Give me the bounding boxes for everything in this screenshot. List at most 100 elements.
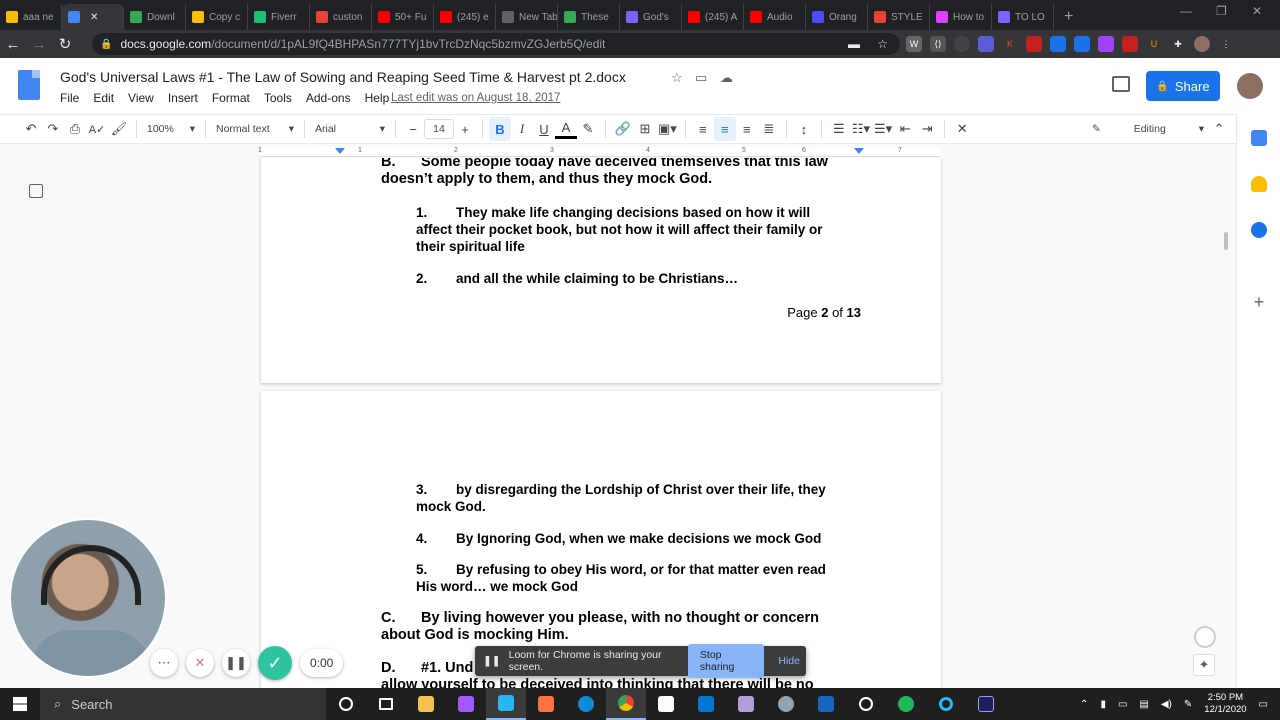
insert-image-icon[interactable]: ▣▾	[656, 117, 679, 141]
extension-red-icon[interactable]	[1122, 36, 1138, 52]
stop-sharing-button[interactable]: Stop sharing	[687, 644, 765, 678]
steam-icon[interactable]	[766, 688, 806, 720]
italic-icon[interactable]: I	[511, 117, 533, 141]
loom-finish-icon[interactable]: ✓	[258, 646, 292, 680]
task-view-icon[interactable]	[366, 688, 406, 720]
calendar-icon[interactable]	[1251, 130, 1267, 146]
list-item-3[interactable]: 3. by disregarding the Lordship of Christ…	[416, 481, 826, 515]
cloud-saved-icon[interactable]: ☁	[720, 70, 733, 86]
docs-logo-icon[interactable]	[18, 70, 40, 100]
back-icon[interactable]: ←	[0, 36, 26, 53]
underline-icon[interactable]: U	[533, 117, 555, 141]
new-tab-button[interactable]: +	[1054, 4, 1083, 30]
loom-pause-icon[interactable]: ❚❚	[222, 649, 250, 677]
extension-desc-icon[interactable]	[1026, 36, 1042, 52]
chrome-icon[interactable]	[606, 688, 646, 720]
list-item-4[interactable]: 4. By Ignoring God, when we make decision…	[416, 530, 821, 547]
browser-tab[interactable]: God's	[620, 4, 682, 30]
extension-w-icon[interactable]: W	[906, 36, 922, 52]
decrease-indent-icon[interactable]: ⇤	[894, 117, 916, 141]
tray-chevron-icon[interactable]: ⌃	[1080, 699, 1088, 710]
numbered-list-icon[interactable]: ☷▾	[850, 117, 872, 141]
browser-tab[interactable]: How to	[930, 4, 992, 30]
editing-mode-select[interactable]: ✎ Editing ▾	[1088, 123, 1208, 135]
app-circle-icon[interactable]	[846, 688, 886, 720]
last-edit-link[interactable]: Last edit was on August 18, 2017	[391, 92, 560, 104]
pen-icon[interactable]: ✎	[1184, 699, 1192, 710]
document-title[interactable]: God's Universal Laws #1 - The Law of Sow…	[60, 69, 626, 85]
extension-circle-icon[interactable]	[954, 36, 970, 52]
explore-icon[interactable]: ✦	[1193, 654, 1215, 676]
highlight-color-icon[interactable]: ✎	[577, 117, 599, 141]
tab-close-icon[interactable]: ✕	[90, 12, 98, 23]
right-indent-marker[interactable]	[854, 148, 864, 154]
reload-icon[interactable]: ↻	[52, 35, 78, 53]
extension-color-icon[interactable]	[1098, 36, 1114, 52]
outline-item-b[interactable]: B. Some people today have deceived themse…	[381, 158, 828, 188]
extension-u-icon[interactable]: U	[1146, 36, 1162, 52]
line-spacing-icon[interactable]: ↕	[793, 117, 815, 141]
bulleted-list-icon[interactable]: ☰▾	[872, 117, 894, 141]
menu-help[interactable]: Help	[365, 91, 390, 105]
increase-font-size-icon[interactable]: +	[454, 117, 476, 141]
browser-tab[interactable]: ✕	[62, 4, 124, 30]
grammarly-icon[interactable]	[1194, 626, 1216, 648]
address-bar[interactable]: 🔒 docs.google.com/document/d/1pAL9fQ4BHP…	[92, 33, 900, 55]
notifications-icon[interactable]: ▭	[1259, 699, 1268, 710]
undo-icon[interactable]: ↶	[20, 117, 42, 141]
browser-tab[interactable]: Orang	[806, 4, 868, 30]
decrease-font-size-icon[interactable]: −	[402, 117, 424, 141]
spellcheck-icon[interactable]: A✓	[86, 117, 108, 141]
browser-tab[interactable]: STYLE	[868, 4, 930, 30]
forward-icon[interactable]: →	[26, 36, 52, 53]
taskbar-clock[interactable]: 2:50 PM 12/1/2020	[1204, 692, 1246, 716]
document-outline-icon[interactable]	[29, 184, 43, 198]
browser-tab[interactable]: (245) A	[682, 4, 744, 30]
file-explorer-icon[interactable]	[406, 688, 446, 720]
keep-icon[interactable]	[1251, 176, 1267, 192]
maximize-icon[interactable]: ❐	[1216, 4, 1227, 18]
collapse-menus-icon[interactable]: ⌃	[1208, 117, 1230, 141]
menu-view[interactable]: View	[128, 91, 154, 105]
menu-format[interactable]: Format	[212, 91, 250, 105]
cortana-icon[interactable]	[326, 688, 366, 720]
browser-tab[interactable]: Audio	[744, 4, 806, 30]
justify-icon[interactable]: ≣	[758, 117, 780, 141]
taskbar-search[interactable]: ⌕ Search	[40, 688, 326, 720]
bookmark-star-icon[interactable]: ☆	[877, 37, 888, 51]
menu-edit[interactable]: Edit	[93, 91, 114, 105]
clear-formatting-icon[interactable]: ✕	[951, 117, 973, 141]
outline-item-c[interactable]: C. By living however you please, with no …	[381, 610, 819, 644]
redo-icon[interactable]: ↷	[42, 117, 64, 141]
font-select[interactable]: Arial ▾	[311, 123, 389, 135]
edge-icon[interactable]	[566, 688, 606, 720]
profile-avatar-icon[interactable]	[1194, 36, 1210, 52]
extension-gear-icon[interactable]	[978, 36, 994, 52]
extension-k-icon[interactable]: K	[1002, 36, 1018, 52]
account-avatar[interactable]	[1237, 73, 1263, 99]
spotify-icon[interactable]	[886, 688, 926, 720]
browser-menu-icon[interactable]: ⋮	[1218, 36, 1234, 52]
after-effects-icon[interactable]	[966, 688, 1006, 720]
add-comment-icon[interactable]: ⊞	[634, 117, 656, 141]
app-orange-icon[interactable]	[526, 688, 566, 720]
comment-history-icon[interactable]	[1112, 76, 1130, 92]
browser-tab[interactable]: 50+ Fu	[372, 4, 434, 30]
loom-more-icon[interactable]: ⋯	[150, 649, 178, 677]
star-icon[interactable]: ☆	[671, 70, 683, 86]
minimize-icon[interactable]: —	[1180, 4, 1192, 18]
extension-screen-icon[interactable]	[1074, 36, 1090, 52]
loom-camera-bubble[interactable]	[9, 518, 167, 678]
microphone-icon[interactable]: ▮	[1100, 699, 1106, 710]
battery-icon[interactable]: ▭	[1118, 699, 1127, 710]
tasks-icon[interactable]	[1251, 222, 1267, 238]
page-number-footer[interactable]: Page 2 of 13	[787, 305, 861, 320]
browser-tab[interactable]: Copy c	[186, 4, 248, 30]
menu-add-ons[interactable]: Add-ons	[306, 91, 351, 105]
insert-link-icon[interactable]: 🔗	[612, 117, 634, 141]
share-button[interactable]: 🔒 Share	[1146, 71, 1220, 101]
browser-tab[interactable]: New Tab	[496, 4, 558, 30]
list-item-5[interactable]: 5. By refusing to obey His word, or for t…	[416, 561, 826, 595]
bold-icon[interactable]: B	[489, 117, 511, 141]
volume-icon[interactable]: ◀)	[1161, 699, 1172, 710]
